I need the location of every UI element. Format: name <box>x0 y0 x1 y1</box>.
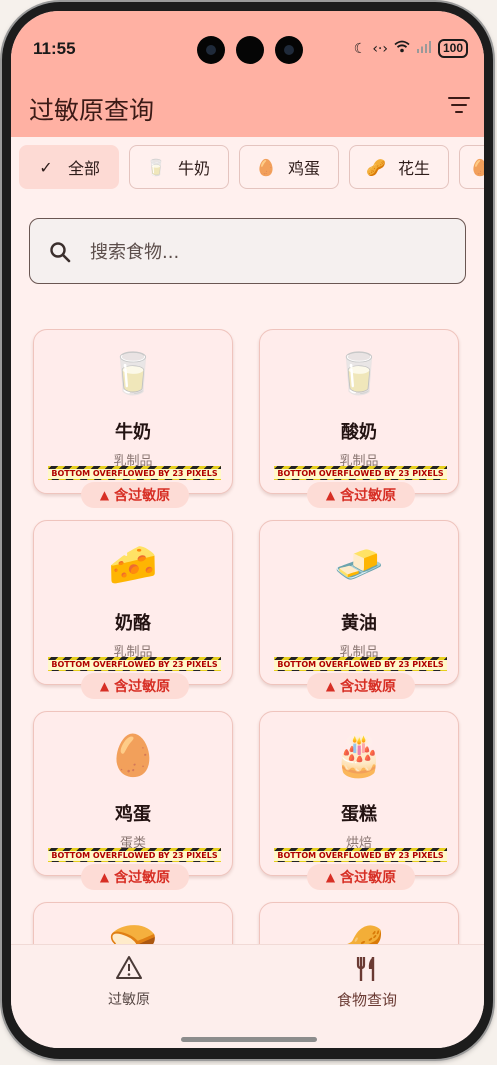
data-transfer-icon: ‹·› <box>372 40 388 57</box>
filter-icon[interactable] <box>448 97 470 115</box>
warning-icon <box>49 955 209 985</box>
warning-icon: ▲ <box>325 488 336 502</box>
overflow-warning: BOTTOM OVERFLOWED BY 23 PIXELS <box>274 848 447 862</box>
signal-icon <box>416 40 432 57</box>
warning-icon: ▲ <box>99 679 110 693</box>
chip-label: 花生 <box>398 159 431 178</box>
chip-label: 全部 <box>68 159 101 178</box>
food-emoji: 🥛 <box>334 351 384 397</box>
overflow-text: BOTTOM OVERFLOWED BY 23 PIXELS <box>274 851 447 861</box>
badge-label: 含过敏原 <box>340 679 397 695</box>
food-name: 奶酪 <box>115 613 151 634</box>
allergen-badge: ▲ 含过敏原 <box>307 673 415 699</box>
badge-label: 含过敏原 <box>114 870 171 886</box>
overflow-warning: BOTTOM OVERFLOWED BY 23 PIXELS <box>274 657 447 671</box>
screen: 11:55 ☾ ‹·› 100 过敏原查询 ✓ 全部 🥛 牛奶 🥚 鸡蛋 🥜 花… <box>11 11 484 1048</box>
overflow-text: BOTTOM OVERFLOWED BY 23 PIXELS <box>48 469 221 479</box>
badge-label: 含过敏原 <box>340 488 397 504</box>
search-input[interactable] <box>88 235 442 269</box>
overflow-warning: BOTTOM OVERFLOWED BY 23 PIXELS <box>274 466 447 480</box>
nav-label: 过敏原 <box>108 992 150 1008</box>
food-card[interactable]: 🥛 酸奶 乳制品 BOTTOM OVERFLOWED BY 23 PIXELS … <box>259 329 459 508</box>
status-icons: ☾ ‹·› 100 <box>354 39 468 58</box>
nav-item-allergens[interactable]: 过敏原 <box>49 955 209 1009</box>
overflow-text: BOTTOM OVERFLOWED BY 23 PIXELS <box>48 851 221 861</box>
chip-egg[interactable]: 🥚 鸡蛋 <box>239 145 339 189</box>
food-grid: 🥛 牛奶 乳制品 BOTTOM OVERFLOWED BY 23 PIXELS … <box>11 329 484 954</box>
food-card[interactable]: 🥚 鸡蛋 蛋类 BOTTOM OVERFLOWED BY 23 PIXELS ▲… <box>33 711 233 890</box>
app-bar: 过敏原查询 <box>11 73 484 137</box>
food-emoji: 🎂 <box>334 733 384 779</box>
bottom-navigation: 过敏原 食物查询 <box>11 944 484 1048</box>
egg-icon: 🥚 <box>470 157 484 177</box>
food-card[interactable]: 🎂 蛋糕 烘焙 BOTTOM OVERFLOWED BY 23 PIXELS ▲… <box>259 711 459 890</box>
allergen-badge: ▲ 含过敏原 <box>81 864 189 890</box>
badge-label: 含过敏原 <box>114 679 171 695</box>
allergen-badge: ▲ 含过敏原 <box>81 673 189 699</box>
badge-label: 含过敏原 <box>340 870 397 886</box>
chip-peanut[interactable]: 🥜 花生 <box>349 145 449 189</box>
food-emoji: 🥛 <box>108 351 158 397</box>
warning-icon: ▲ <box>99 488 110 502</box>
nav-label: 食物查询 <box>336 991 397 1009</box>
check-icon: ✓ <box>39 157 53 177</box>
overflow-warning: BOTTOM OVERFLOWED BY 23 PIXELS <box>48 848 221 862</box>
allergen-badge: ▲ 含过敏原 <box>307 482 415 508</box>
nav-item-food-search[interactable]: 食物查询 <box>287 955 447 1010</box>
overflow-warning: BOTTOM OVERFLOWED BY 23 PIXELS <box>48 466 221 480</box>
chip-label: 牛奶 <box>178 159 211 178</box>
overflow-text: BOTTOM OVERFLOWED BY 23 PIXELS <box>48 660 221 670</box>
food-card[interactable]: 🥛 牛奶 乳制品 BOTTOM OVERFLOWED BY 23 PIXELS … <box>33 329 233 508</box>
food-emoji: 🧀 <box>108 542 158 588</box>
warning-icon: ▲ <box>325 870 336 884</box>
fork-knife-icon <box>287 955 447 985</box>
food-name: 蛋糕 <box>341 804 377 825</box>
milk-icon: 🥛 <box>146 157 166 177</box>
warning-icon: ▲ <box>325 679 336 693</box>
peanut-icon: 🥜 <box>366 157 386 177</box>
badge-label: 含过敏原 <box>114 488 171 504</box>
search-box[interactable] <box>29 218 466 284</box>
allergen-filter-chips: ✓ 全部 🥛 牛奶 🥚 鸡蛋 🥜 花生 🥚 <box>19 145 484 191</box>
overflow-text: BOTTOM OVERFLOWED BY 23 PIXELS <box>274 660 447 670</box>
food-name: 牛奶 <box>115 422 151 443</box>
status-bar: 11:55 ☾ ‹·› 100 <box>11 11 484 73</box>
chip-milk[interactable]: 🥛 牛奶 <box>129 145 229 189</box>
front-camera <box>236 36 264 64</box>
food-name: 酸奶 <box>341 422 377 443</box>
warning-icon: ▲ <box>99 870 110 884</box>
chip-all[interactable]: ✓ 全部 <box>19 145 119 189</box>
moon-icon: ☾ <box>353 40 367 57</box>
food-name: 黄油 <box>341 613 377 634</box>
food-emoji: 🧈 <box>334 542 384 588</box>
phone-frame: 11:55 ☾ ‹·› 100 过敏原查询 ✓ 全部 🥛 牛奶 🥚 鸡蛋 🥜 花… <box>2 2 493 1059</box>
home-indicator[interactable] <box>181 1037 317 1042</box>
food-name: 鸡蛋 <box>115 804 151 825</box>
battery-icon: 100 <box>437 39 468 58</box>
front-camera <box>275 36 303 64</box>
egg-icon: 🥚 <box>256 157 276 177</box>
front-camera <box>197 36 225 64</box>
food-card[interactable]: 🧀 奶酪 乳制品 BOTTOM OVERFLOWED BY 23 PIXELS … <box>33 520 233 699</box>
food-card[interactable]: 🧈 黄油 乳制品 BOTTOM OVERFLOWED BY 23 PIXELS … <box>259 520 459 699</box>
status-time: 11:55 <box>33 39 76 58</box>
food-emoji: 🥚 <box>108 733 158 779</box>
overflow-warning: BOTTOM OVERFLOWED BY 23 PIXELS <box>48 657 221 671</box>
page-title: 过敏原查询 <box>29 96 155 125</box>
overflow-text: BOTTOM OVERFLOWED BY 23 PIXELS <box>274 469 447 479</box>
search-icon <box>50 242 71 263</box>
chip-more[interactable]: 🥚 <box>459 145 484 189</box>
wifi-icon <box>394 40 410 57</box>
allergen-badge: ▲ 含过敏原 <box>81 482 189 508</box>
chip-label: 鸡蛋 <box>288 159 321 178</box>
allergen-badge: ▲ 含过敏原 <box>307 864 415 890</box>
